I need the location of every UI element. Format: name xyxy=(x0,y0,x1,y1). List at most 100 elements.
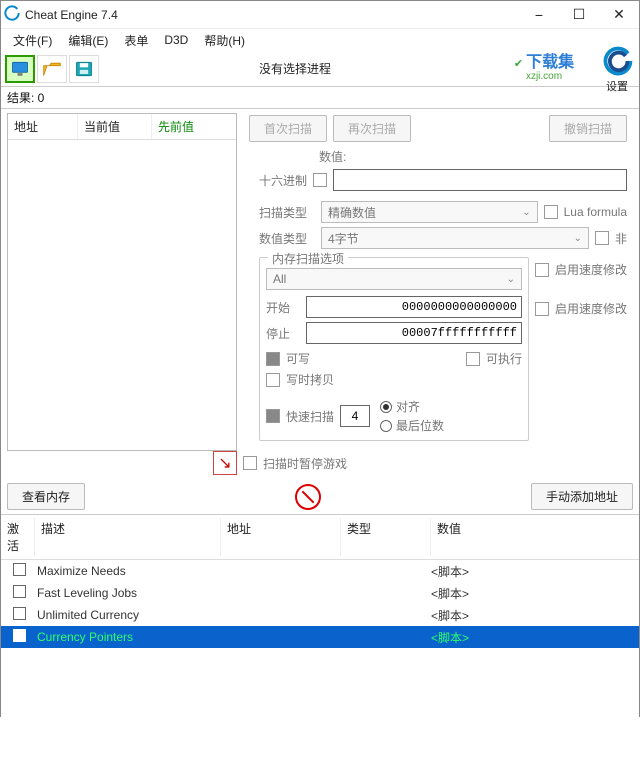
undo-scan-button[interactable]: 撤销扫描 xyxy=(549,115,627,142)
start-input[interactable] xyxy=(306,296,522,318)
bottom-area xyxy=(1,648,639,758)
ct-col-desc[interactable]: 描述 xyxy=(35,518,221,556)
select-process-button[interactable] xyxy=(5,55,35,83)
scan-type-combo[interactable]: 精确数值 ⌄ xyxy=(321,201,538,223)
activate-checkbox[interactable] xyxy=(13,563,26,576)
writable-label: 可写 xyxy=(286,350,310,367)
toolbar: 没有选择进程 ✔ 下载集 xzji.com 设置 xyxy=(1,51,639,87)
copy-on-write-label: 写时拷贝 xyxy=(286,371,334,388)
first-scan-button[interactable]: 首次扫描 xyxy=(249,115,327,142)
save-button[interactable] xyxy=(69,55,99,83)
ct-col-value[interactable]: 数值 xyxy=(431,518,639,556)
not-checkbox[interactable] xyxy=(595,231,609,245)
alignment-radio[interactable] xyxy=(380,401,392,413)
hex-checkbox[interactable] xyxy=(313,173,327,187)
executable-checkbox[interactable] xyxy=(466,352,480,366)
close-button[interactable]: ✕ xyxy=(599,1,639,29)
scan-controls: 首次扫描 再次扫描 撤销扫描 数值: 十六进制 扫描类型 精确数值 ⌄ Lua … xyxy=(243,113,633,451)
prohibit-icon[interactable] xyxy=(295,484,321,510)
last-digits-radio[interactable] xyxy=(380,420,392,432)
alignment-label: 对齐 xyxy=(396,398,420,415)
col-current[interactable]: 当前值 xyxy=(78,114,152,139)
lua-formula-label: Lua formula xyxy=(564,205,627,219)
lua-formula-checkbox[interactable] xyxy=(544,205,558,219)
watermark-url: xzji.com xyxy=(526,71,562,82)
settings-button[interactable] xyxy=(601,44,635,78)
hex-label: 十六进制 xyxy=(259,172,307,189)
value-type-label: 数值类型 xyxy=(259,230,315,247)
enable-speedhack-1-checkbox[interactable] xyxy=(535,263,549,277)
table-row[interactable]: Fast Leveling Jobs<脚本> xyxy=(1,582,639,604)
open-file-button[interactable] xyxy=(37,55,67,83)
not-label: 非 xyxy=(615,230,627,247)
minimize-button[interactable]: − xyxy=(519,1,559,29)
menu-help[interactable]: 帮助(H) xyxy=(196,30,253,51)
below-scan-row: ↘ 扫描时暂停游戏 xyxy=(1,451,639,479)
activate-checkbox[interactable] xyxy=(13,629,26,642)
ct-col-active[interactable]: 激活 xyxy=(1,518,35,556)
last-digits-label: 最后位数 xyxy=(396,417,444,434)
col-previous[interactable]: 先前值 xyxy=(152,114,236,139)
scan-area: 地址 当前值 先前值 首次扫描 再次扫描 撤销扫描 数值: 十六进制 扫描类型 … xyxy=(1,109,639,451)
next-scan-button[interactable]: 再次扫描 xyxy=(333,115,411,142)
fast-scan-value-input[interactable] xyxy=(340,405,370,427)
activate-checkbox[interactable] xyxy=(13,607,26,620)
add-to-list-button[interactable]: ↘ xyxy=(213,451,237,475)
view-memory-button[interactable]: 查看内存 xyxy=(7,483,85,510)
scan-results-body xyxy=(8,140,236,450)
stop-label: 停止 xyxy=(266,325,300,342)
table-row[interactable]: Currency Pointers<脚本> xyxy=(1,626,639,648)
value-type-combo[interactable]: 4字节 ⌄ xyxy=(321,227,589,249)
stop-input[interactable] xyxy=(306,322,522,344)
menu-edit[interactable]: 编辑(E) xyxy=(60,30,116,51)
mem-scan-options-label: 内存扫描选项 xyxy=(268,250,348,267)
title-bar: Cheat Engine 7.4 − ☐ ✕ xyxy=(1,1,639,29)
results-count: 结果: 0 xyxy=(1,87,639,109)
chevron-down-icon: ⌄ xyxy=(507,274,515,285)
ct-col-addr[interactable]: 地址 xyxy=(221,518,341,556)
fast-scan-checkbox[interactable] xyxy=(266,409,280,423)
enable-speedhack-2-label: 启用速度修改 xyxy=(555,300,627,317)
activate-checkbox[interactable] xyxy=(13,585,26,598)
cheat-table-header: 激活 描述 地址 类型 数值 xyxy=(1,514,639,560)
chevron-down-icon: ⌄ xyxy=(522,207,530,218)
col-address[interactable]: 地址 xyxy=(8,114,78,139)
scan-type-value: 精确数值 xyxy=(328,204,376,221)
maximize-button[interactable]: ☐ xyxy=(559,1,599,29)
scan-results-list[interactable]: 地址 当前值 先前值 xyxy=(7,113,237,451)
watermark-brand: 下载集 xyxy=(526,54,574,71)
action-row: 查看内存 手动添加地址 xyxy=(1,479,639,514)
mem-region-combo[interactable]: All ⌄ xyxy=(266,268,522,290)
value-label: 数值: xyxy=(319,150,346,164)
window-title: Cheat Engine 7.4 xyxy=(23,8,519,22)
pause-game-label: 扫描时暂停游戏 xyxy=(263,455,347,472)
entry-description: Maximize Needs xyxy=(35,564,221,578)
settings-label: 设置 xyxy=(600,78,634,94)
mem-region-value: All xyxy=(273,272,286,286)
watermark: ✔ 下载集 xzji.com xyxy=(489,55,599,82)
table-row[interactable]: Maximize Needs<脚本> xyxy=(1,560,639,582)
writable-checkbox[interactable] xyxy=(266,352,280,366)
process-status: 没有选择进程 xyxy=(101,60,489,77)
value-type-value: 4字节 xyxy=(328,230,359,247)
enable-speedhack-1-label: 启用速度修改 xyxy=(555,261,627,278)
pause-game-checkbox[interactable] xyxy=(243,456,257,470)
enable-speedhack-2-checkbox[interactable] xyxy=(535,302,549,316)
menu-table[interactable]: 表单 xyxy=(116,30,156,51)
copy-on-write-checkbox[interactable] xyxy=(266,373,280,387)
ct-col-type[interactable]: 类型 xyxy=(341,518,431,556)
table-row[interactable]: Unlimited Currency<脚本> xyxy=(1,604,639,626)
value-input[interactable] xyxy=(333,169,627,191)
cheat-table-body[interactable]: Maximize Needs<脚本>Fast Leveling Jobs<脚本>… xyxy=(1,560,639,648)
menu-d3d[interactable]: D3D xyxy=(156,31,196,49)
executable-label: 可执行 xyxy=(486,350,522,367)
start-label: 开始 xyxy=(266,299,300,316)
app-icon xyxy=(1,5,23,24)
chevron-down-icon: ⌄ xyxy=(574,233,582,244)
menu-file[interactable]: 文件(F) xyxy=(5,30,60,51)
entry-value: <脚本> xyxy=(431,629,639,646)
scan-type-label: 扫描类型 xyxy=(259,204,315,221)
entry-value: <脚本> xyxy=(431,585,639,602)
entry-value: <脚本> xyxy=(431,607,639,624)
add-address-manual-button[interactable]: 手动添加地址 xyxy=(531,483,633,510)
